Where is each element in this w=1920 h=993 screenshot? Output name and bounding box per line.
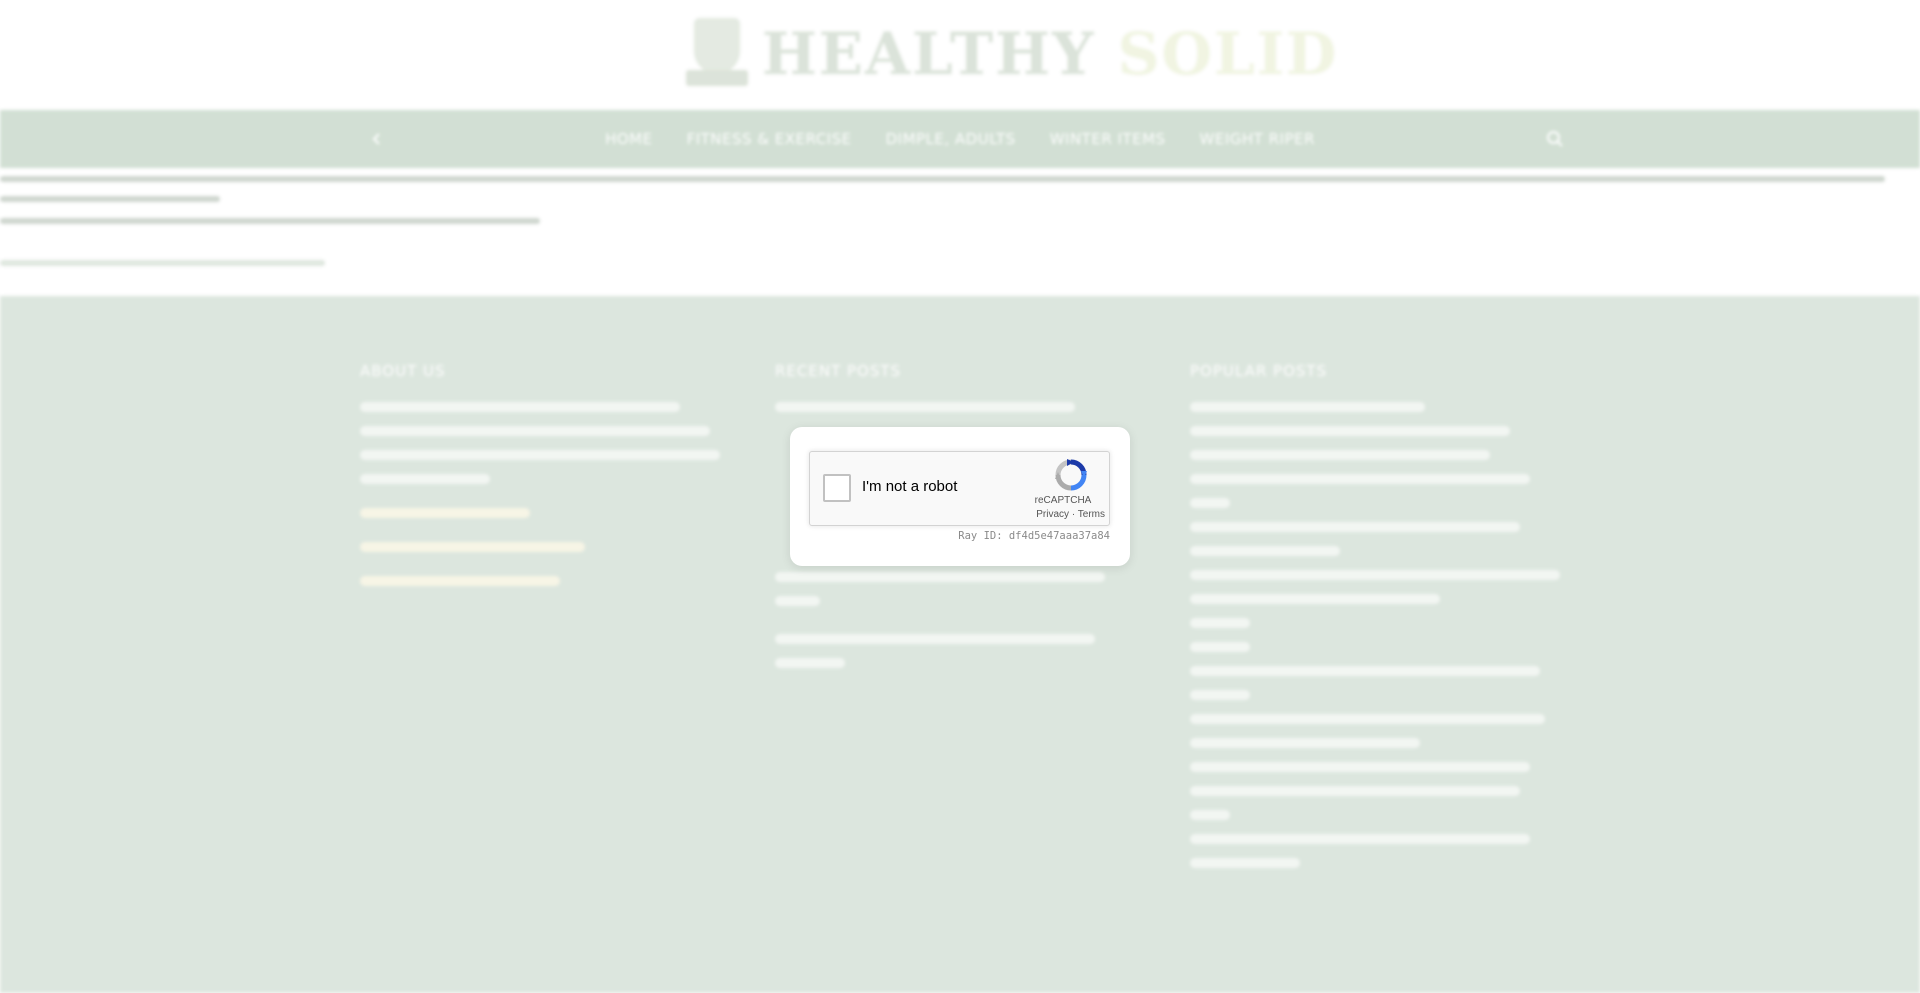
recaptcha-label: I'm not a robot — [862, 478, 958, 495]
captcha-dialog: I'm not a robot reCAPTCHA Privacy · Term… — [790, 427, 1130, 566]
recaptcha-link-separator: · — [1069, 509, 1078, 520]
recaptcha-widget: I'm not a robot reCAPTCHA Privacy · Term… — [809, 451, 1110, 526]
recaptcha-links: Privacy · Terms — [1036, 509, 1105, 520]
ray-id: Ray ID: df4d5e47aaa37a84 — [958, 530, 1110, 542]
recaptcha-logo-icon — [1055, 459, 1087, 491]
recaptcha-checkbox[interactable] — [823, 474, 851, 502]
recaptcha-terms-link[interactable]: Terms — [1078, 509, 1105, 520]
recaptcha-privacy-link[interactable]: Privacy — [1036, 509, 1069, 520]
recaptcha-brand: reCAPTCHA — [1034, 495, 1092, 506]
